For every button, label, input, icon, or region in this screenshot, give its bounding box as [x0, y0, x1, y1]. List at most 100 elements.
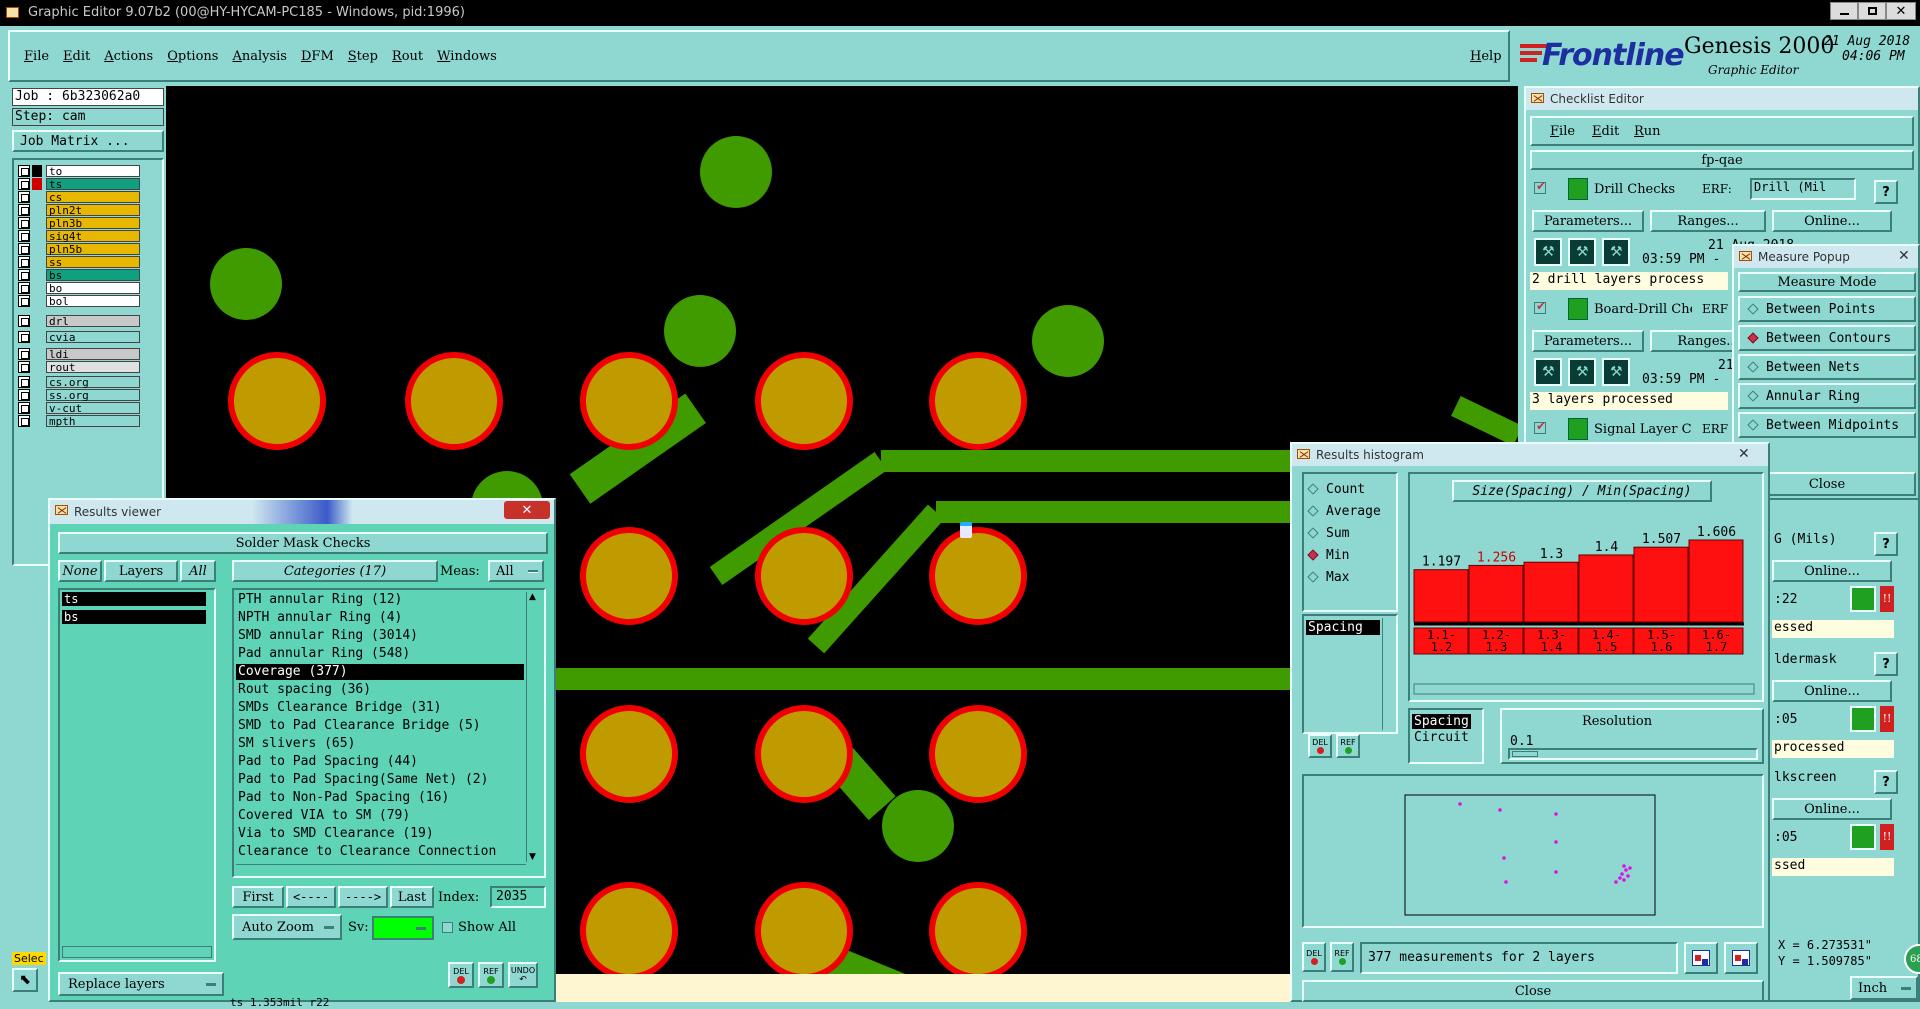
copper-round-pad[interactable] — [1032, 305, 1104, 377]
layer-select-swatch[interactable] — [32, 389, 42, 401]
layers-button[interactable]: Layers — [104, 560, 178, 582]
layer-select-swatch[interactable] — [32, 256, 42, 268]
histogram-bar[interactable] — [1688, 539, 1744, 623]
histogram-bar[interactable] — [1413, 569, 1469, 623]
layer-select-swatch[interactable] — [32, 376, 42, 388]
layer-select-swatch[interactable] — [32, 177, 42, 190]
layer-row-bo[interactable]: bo — [18, 281, 140, 294]
bottom-del-button[interactable]: DEL — [1302, 942, 1326, 972]
layer-name[interactable]: cs.org — [46, 375, 140, 388]
layer-name[interactable]: ldi — [46, 347, 140, 360]
layer-select-swatch[interactable] — [32, 243, 42, 255]
layer-name[interactable]: bs — [46, 268, 140, 281]
layer-name[interactable]: pln5b — [46, 242, 140, 255]
menu-rout[interactable]: Rout — [392, 49, 423, 64]
layer-name[interactable]: mpth — [46, 414, 140, 427]
stat-option[interactable]: Sum — [1304, 522, 1396, 544]
parameters-button[interactable]: Parameters... — [1532, 330, 1644, 352]
layer-select-swatch[interactable] — [32, 361, 42, 373]
category-item[interactable]: NPTH annular Ring (4) — [236, 610, 524, 626]
menu-dfm[interactable]: DFM — [301, 49, 334, 64]
layer-checkbox[interactable] — [18, 294, 30, 307]
category-item[interactable]: Pad to Pad Spacing (44) — [236, 754, 524, 770]
layer-checkbox[interactable] — [18, 375, 30, 388]
erf-field[interactable]: Drill (Mil — [1750, 178, 1856, 200]
hist-ref-button[interactable]: REF — [1336, 734, 1360, 758]
layer-name[interactable]: ts — [46, 177, 140, 190]
option-spacing[interactable]: Spacing — [1412, 714, 1471, 729]
index-field[interactable]: 2035 — [490, 886, 546, 908]
measurement-point[interactable] — [1620, 872, 1624, 876]
layer-checkbox[interactable] — [18, 281, 30, 294]
measure-mode-option[interactable]: Between Nets — [1738, 354, 1916, 380]
measurement-point[interactable] — [1622, 878, 1626, 882]
rv-layer-item[interactable]: ts — [62, 592, 206, 606]
ranges-button[interactable]: Ranges... — [1650, 210, 1766, 232]
layer-checkbox[interactable] — [18, 242, 30, 255]
run-action-icon[interactable]: ⚒ — [1568, 238, 1596, 266]
layer-name[interactable]: pln2t — [46, 203, 140, 216]
category-item[interactable]: PTH annular Ring (12) — [236, 592, 524, 608]
layer-checkbox[interactable] — [18, 177, 30, 190]
menu-help[interactable]: Help — [1470, 49, 1502, 64]
layer-row-sig4t[interactable]: sig4t — [18, 229, 140, 242]
all-button[interactable]: All — [180, 560, 216, 582]
solder-mask-pad[interactable] — [755, 705, 853, 803]
menu-analysis[interactable]: Analysis — [232, 49, 287, 64]
option-list[interactable]: Spacing Circuit — [1408, 708, 1484, 764]
check-name[interactable]: Drill Checks — [1594, 182, 1692, 197]
measure-mode-option[interactable]: Between Midpoints — [1738, 412, 1916, 438]
measurement-point[interactable] — [1618, 876, 1622, 880]
category-vscroll[interactable]: ▲ ▼ — [526, 592, 540, 862]
measurement-point[interactable] — [1626, 874, 1630, 878]
meas-dropdown[interactable]: All — [488, 560, 544, 582]
checklist-menu-edit[interactable]: Edit — [1592, 124, 1619, 139]
layer-checkbox[interactable] — [18, 388, 30, 401]
none-button[interactable]: None — [58, 560, 102, 582]
layer-checkbox[interactable] — [18, 229, 30, 242]
layer-row-bs[interactable]: bs — [18, 268, 140, 281]
layer-row-cs[interactable]: cs — [18, 190, 140, 203]
layer-name[interactable]: rout — [46, 360, 140, 373]
slider-thumb[interactable] — [1512, 751, 1538, 757]
layer-checkbox[interactable] — [18, 360, 30, 373]
measurement-point[interactable] — [1554, 840, 1558, 844]
measurement-scatter[interactable] — [1404, 794, 1656, 916]
stat-option[interactable]: Min — [1304, 544, 1396, 566]
export-button-2[interactable] — [1724, 942, 1758, 974]
copper-round-pad[interactable] — [664, 295, 736, 367]
sv-color-dropdown[interactable] — [372, 916, 434, 940]
measurement-point[interactable] — [1622, 864, 1626, 868]
export-button-1[interactable] — [1684, 942, 1718, 974]
layer-row-pln2t[interactable]: pln2t — [18, 203, 140, 216]
stat-option[interactable]: Count — [1304, 478, 1396, 500]
zoom-action-icon[interactable] — [1850, 824, 1876, 850]
menu-windows[interactable]: Windows — [437, 49, 497, 64]
measurement-point[interactable] — [1504, 880, 1508, 884]
layer-select-swatch[interactable] — [32, 331, 42, 343]
parameters-button[interactable]: Parameters... — [1532, 210, 1644, 232]
layer-name[interactable]: cs — [46, 190, 140, 203]
check-enabled-checkbox[interactable]: ✔ — [1534, 299, 1546, 314]
layer-checkbox[interactable] — [18, 216, 30, 229]
histogram-close-button[interactable]: Close — [1302, 980, 1764, 1002]
solder-mask-pad[interactable] — [929, 705, 1027, 803]
histogram-titlebar[interactable]: Results histogram — [1292, 444, 1768, 466]
measurement-point[interactable] — [1458, 802, 1462, 806]
layer-row-ss[interactable]: ss — [18, 255, 140, 268]
category-item[interactable]: Pad annular Ring (548) — [236, 646, 524, 662]
run-action-icon[interactable]: ⚒ — [1534, 238, 1562, 266]
layer-select-swatch[interactable] — [32, 230, 42, 242]
chart-hscroll[interactable] — [1413, 683, 1755, 695]
results-viewer-titlebar[interactable]: Results viewer — [50, 500, 554, 524]
category-item[interactable]: Pad to Non-Pad Spacing (16) — [236, 790, 524, 806]
undo-button[interactable]: UNDO ↶ — [508, 962, 538, 988]
results-viewer-close-button[interactable]: ✕ — [504, 501, 550, 519]
help-button[interactable]: ? — [1874, 532, 1898, 556]
layer-select-swatch[interactable] — [32, 315, 42, 327]
layer-name[interactable]: bo — [46, 281, 140, 294]
layer-select-swatch[interactable] — [32, 269, 42, 281]
erf-field[interactable]: lkscreen — [1772, 770, 1862, 792]
layer-row-v-cut[interactable]: v-cut — [18, 401, 140, 414]
menu-file[interactable]: File — [24, 49, 49, 64]
